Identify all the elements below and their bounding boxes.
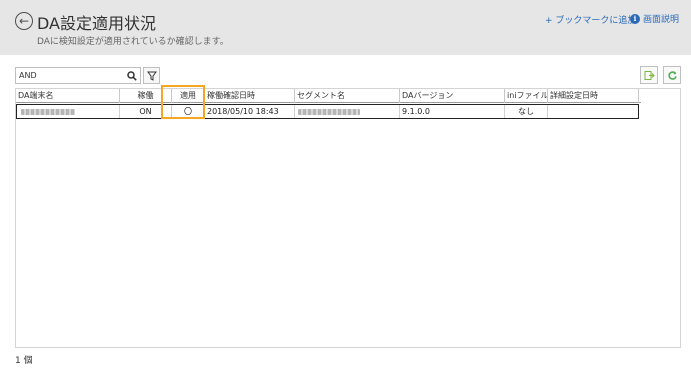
col-header-status[interactable]: 稼働 xyxy=(120,89,172,103)
cell-version: 9.1.0.0 xyxy=(400,105,505,118)
record-count: 1 個 xyxy=(15,356,33,366)
redacted-da-name xyxy=(21,108,75,115)
export-icon[interactable] xyxy=(640,66,658,84)
cell-status: ON xyxy=(120,105,172,118)
table-header: DA端末名 稼働 適用 稼働確認日時 セグメント名 DAバージョン iniファイ… xyxy=(16,89,641,103)
add-bookmark-link[interactable]: + ブックマークに追加 xyxy=(545,13,636,26)
col-header-applied[interactable]: 適用 xyxy=(172,89,205,103)
cell-checked-at: 2018/05/10 18:43 xyxy=(205,105,295,118)
da-status-table: DA端末名 稼働 適用 稼働確認日時 セグメント名 DAバージョン iniファイ… xyxy=(15,88,681,348)
page-subtitle: DAに検知設定が適用されているか確認します。 xyxy=(37,37,229,47)
cell-detail-set-at xyxy=(548,105,638,118)
cell-da-name xyxy=(17,105,120,118)
cell-applied: 〇 xyxy=(172,105,205,118)
col-header-segment[interactable]: セグメント名 xyxy=(295,89,400,103)
filter-icon[interactable] xyxy=(143,67,160,84)
col-header-version[interactable]: DAバージョン xyxy=(400,89,505,103)
info-icon: i xyxy=(630,13,640,24)
back-arrow-icon[interactable]: ← xyxy=(15,12,33,30)
table-row[interactable]: ON 〇 2018/05/10 18:43 9.1.0.0 なし xyxy=(16,104,639,119)
screen-help-label: 画面説明 xyxy=(643,15,680,25)
screen-help-link[interactable]: i 画面説明 xyxy=(630,12,679,25)
redacted-segment xyxy=(298,108,360,115)
page-header: ← DA設定適用状況 DAに検知設定が適用されているか確認します。 + ブックマ… xyxy=(0,0,691,55)
search-icon[interactable] xyxy=(123,67,141,84)
col-header-detail-set-at[interactable]: 詳細設定日時 xyxy=(548,89,639,103)
refresh-icon[interactable] xyxy=(663,66,681,84)
cell-segment xyxy=(295,105,400,118)
col-header-ini-file[interactable]: iniファイル xyxy=(505,89,548,103)
page-title: DA設定適用状況 xyxy=(37,14,156,33)
col-header-checked-at[interactable]: 稼働確認日時 xyxy=(205,89,295,103)
col-header-da-name[interactable]: DA端末名 xyxy=(16,89,120,103)
cell-ini-file: なし xyxy=(505,105,548,118)
